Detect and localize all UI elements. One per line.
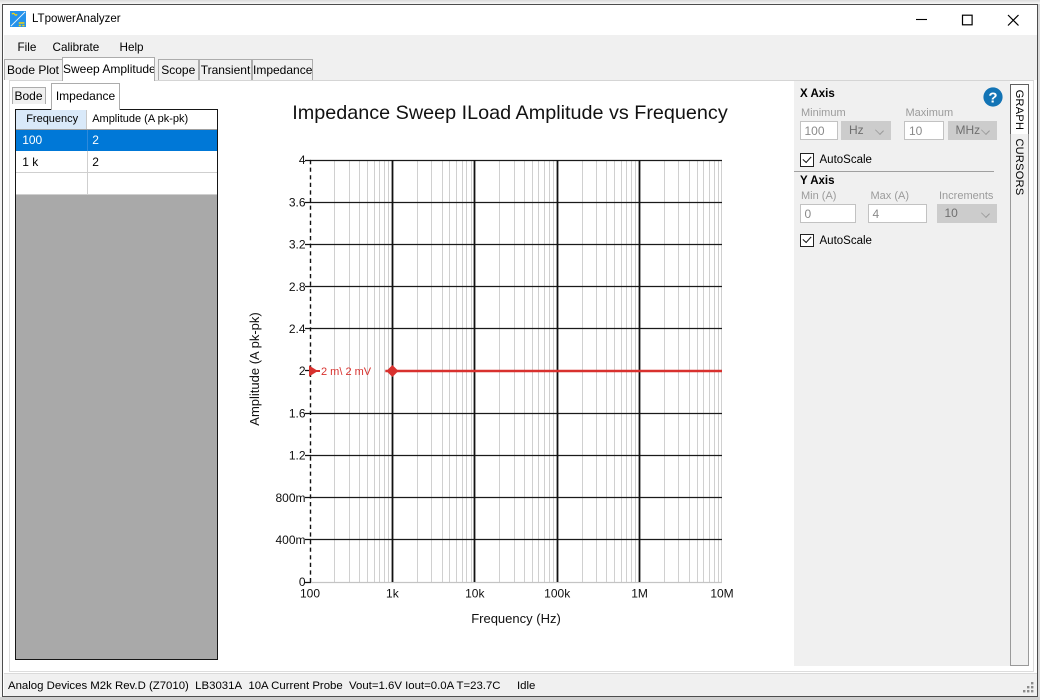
svg-text:1M: 1M (631, 587, 648, 601)
svg-text:Frequency (Hz): Frequency (Hz) (471, 611, 561, 626)
svg-text:3.2: 3.2 (289, 238, 306, 252)
svg-text:1.2: 1.2 (289, 449, 306, 463)
svg-text:2.4: 2.4 (289, 322, 306, 336)
svg-text:4: 4 (299, 153, 306, 167)
svg-text:1k: 1k (386, 587, 400, 601)
svg-text:100k: 100k (544, 587, 571, 601)
svg-text:400m: 400m (275, 533, 305, 547)
svg-text:?: ? (988, 89, 997, 106)
svg-text:100: 100 (300, 587, 320, 601)
svg-text:Amplitude (A pk-pk): Amplitude (A pk-pk) (247, 312, 262, 425)
svg-text:800m: 800m (275, 491, 305, 505)
svg-text:2: 2 (299, 364, 306, 378)
svg-text:10M: 10M (710, 587, 733, 601)
svg-text:Impedance Sweep ILoad Amplitud: Impedance Sweep ILoad Amplitude vs Frequ… (292, 102, 728, 124)
svg-text:3.6: 3.6 (289, 195, 306, 209)
svg-text:10k: 10k (465, 587, 485, 601)
svg-text:2 m\ 2 mV: 2 m\ 2 mV (321, 366, 372, 378)
svg-text:1.6: 1.6 (289, 406, 306, 420)
svg-text:2.8: 2.8 (289, 280, 306, 294)
